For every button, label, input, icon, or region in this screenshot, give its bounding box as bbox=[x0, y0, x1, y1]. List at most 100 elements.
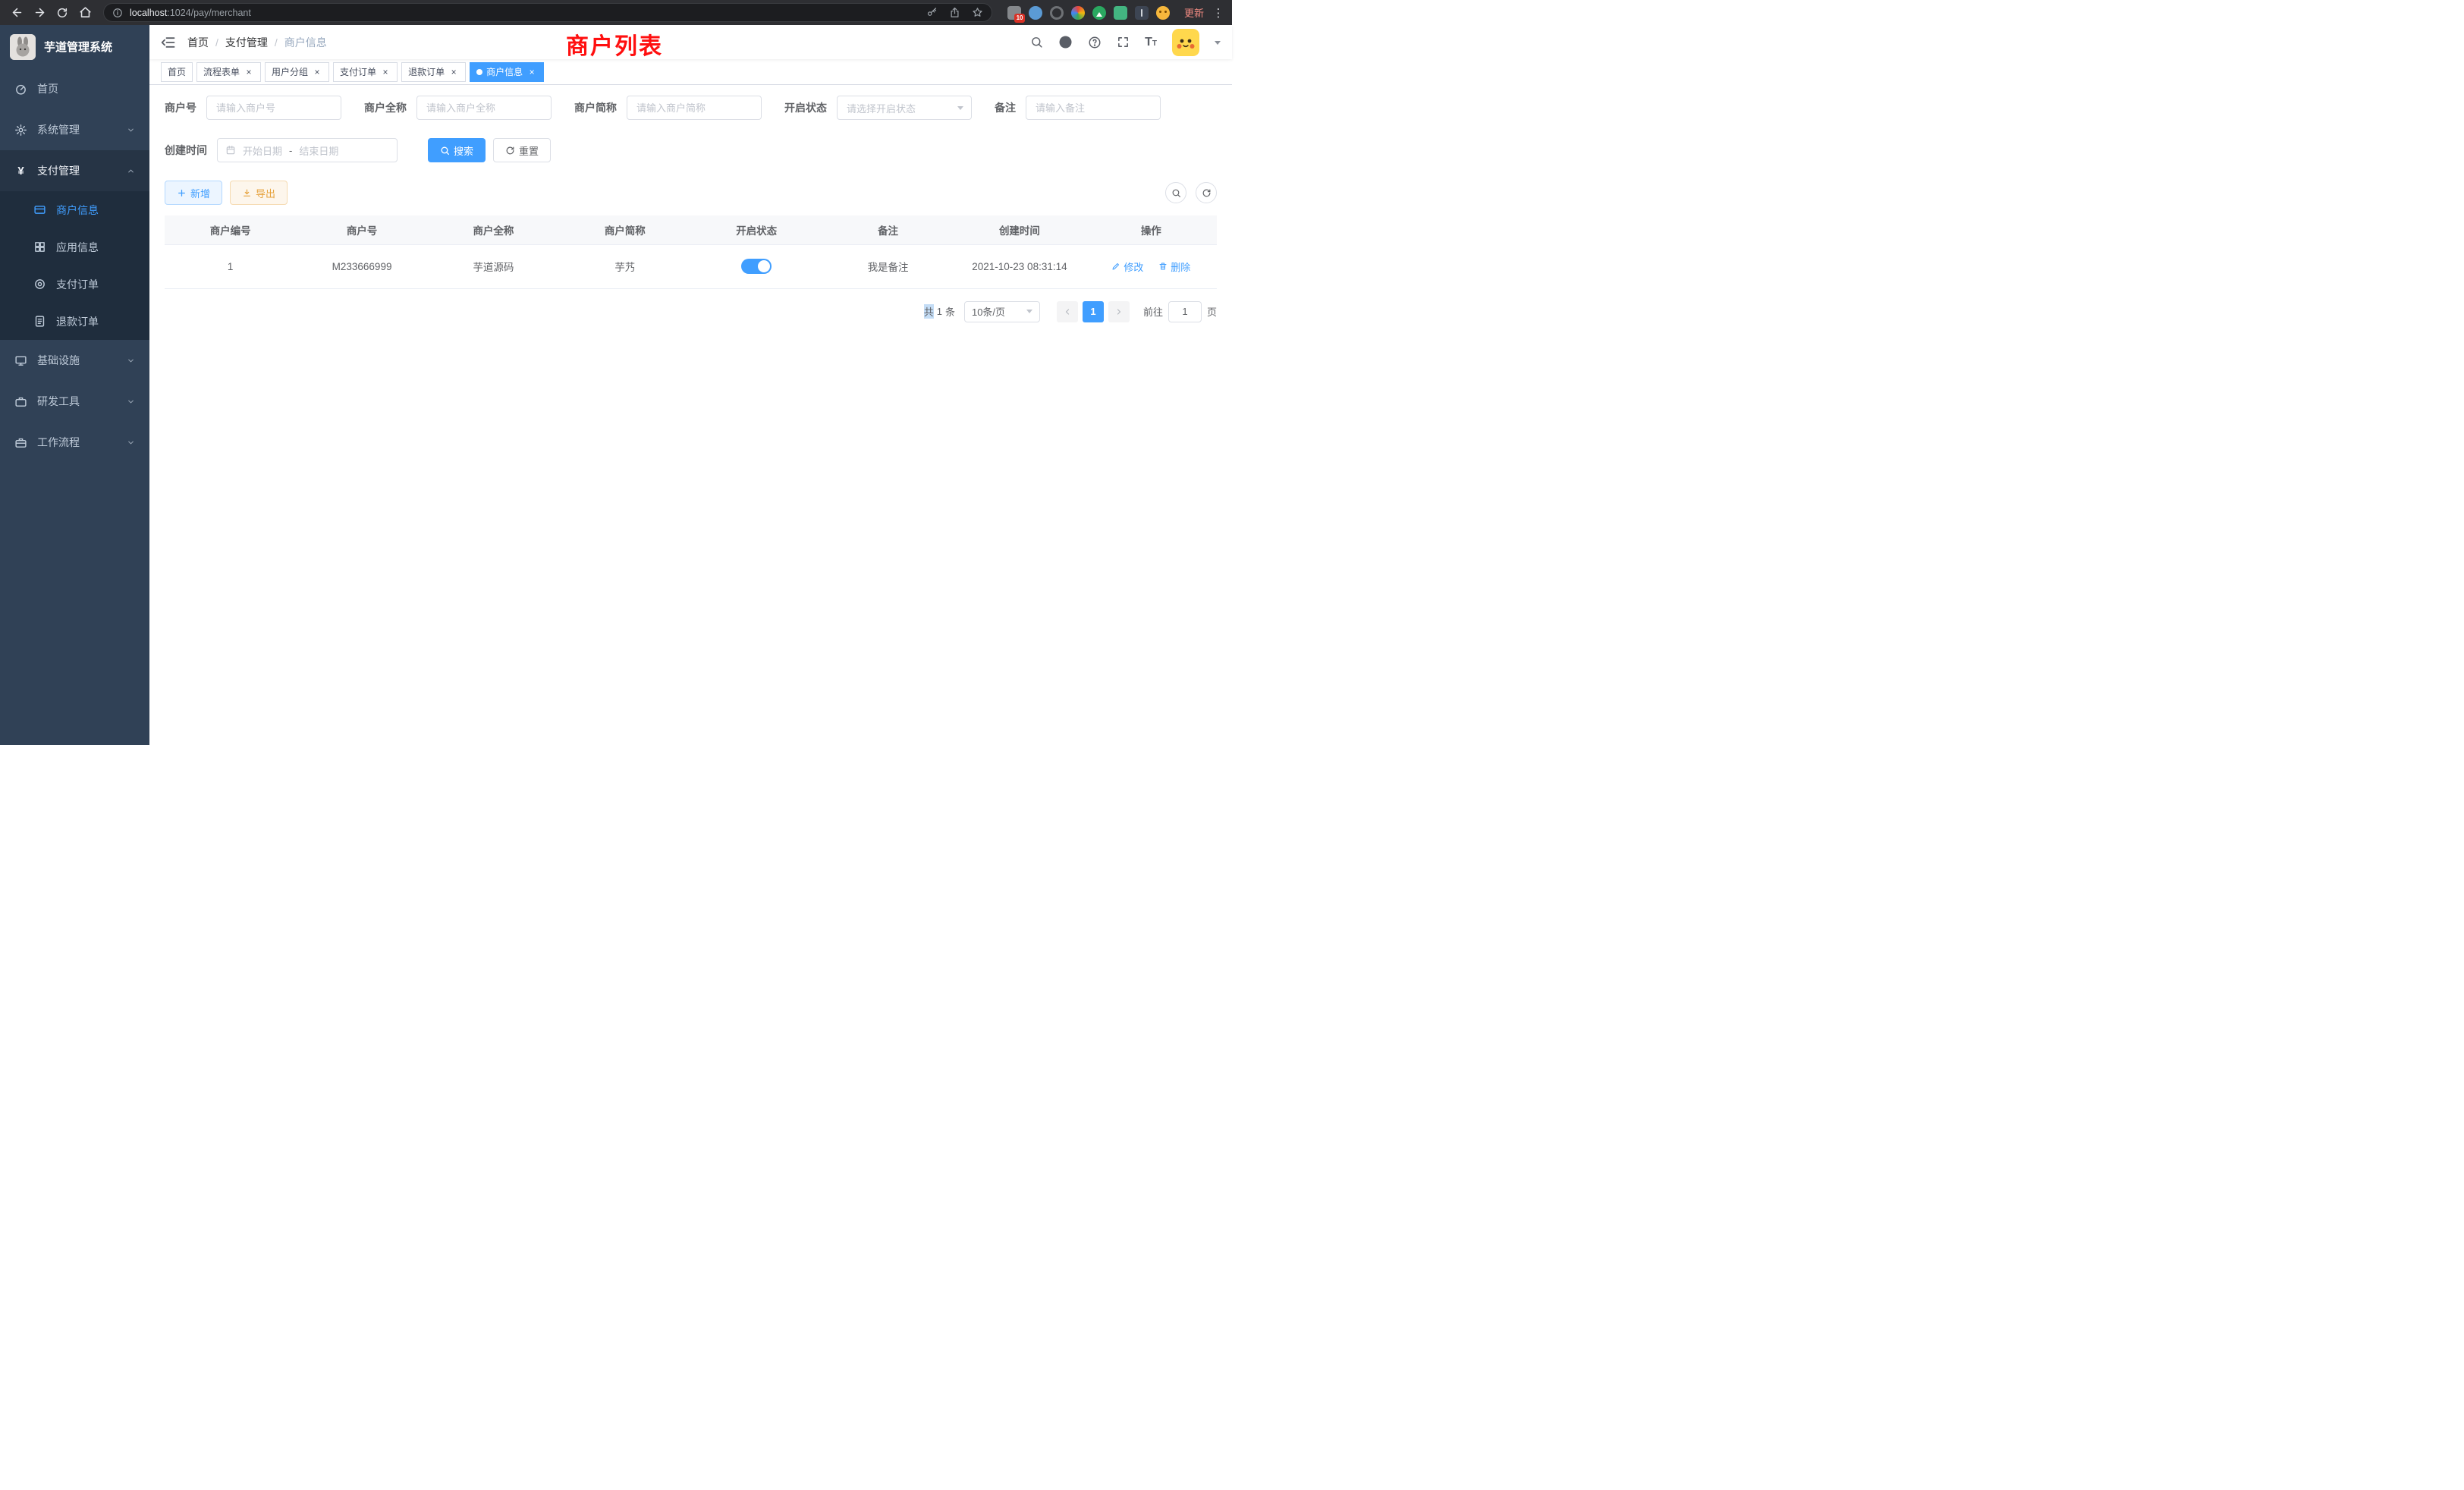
goto-page-input[interactable] bbox=[1168, 301, 1202, 322]
cell-full-name: 芋道源码 bbox=[428, 244, 559, 288]
reset-button[interactable]: 重置 bbox=[493, 138, 551, 162]
browser-forward-button[interactable] bbox=[29, 2, 50, 24]
forward-icon bbox=[33, 6, 46, 19]
select-placeholder: 请选择开启状态 bbox=[847, 101, 916, 115]
sidebar-item-merchant-info[interactable]: 商户信息 bbox=[0, 191, 149, 228]
edit-button[interactable]: 修改 bbox=[1111, 259, 1143, 274]
sidebar-item-infrastructure[interactable]: 基础设施 bbox=[0, 340, 149, 381]
tab-merchant-info[interactable]: 商户信息 × bbox=[470, 62, 544, 82]
font-size-button[interactable]: TT bbox=[1145, 36, 1157, 49]
sidebar-item-workflow[interactable]: 工作流程 bbox=[0, 422, 149, 463]
browser-refresh-button[interactable] bbox=[52, 2, 73, 24]
extension-icon[interactable] bbox=[1135, 6, 1149, 20]
create-time-range-picker[interactable]: 开始日期 - 结束日期 bbox=[217, 138, 398, 162]
sidebar-item-app-info[interactable]: 应用信息 bbox=[0, 228, 149, 266]
chevron-left-icon bbox=[1063, 307, 1072, 316]
plus-icon bbox=[177, 188, 187, 198]
field-label: 商户简称 bbox=[574, 100, 617, 115]
font-size-icon: T bbox=[1145, 36, 1152, 49]
add-button[interactable]: 新增 bbox=[165, 181, 222, 205]
search-icon bbox=[1171, 188, 1181, 198]
merchant-no-input[interactable] bbox=[206, 96, 341, 120]
address-bar[interactable]: localhost:1024/pay/merchant bbox=[103, 3, 992, 22]
sidebar-item-payment-orders[interactable]: 支付订单 bbox=[0, 266, 149, 303]
breadcrumb-separator: / bbox=[215, 36, 218, 49]
extension-icon[interactable] bbox=[1071, 6, 1085, 20]
short-name-input[interactable] bbox=[627, 96, 762, 120]
github-link[interactable] bbox=[1058, 35, 1073, 49]
sidebar-logo[interactable]: 芋道管理系统 bbox=[0, 25, 149, 68]
browser-home-button[interactable] bbox=[74, 2, 96, 24]
browser-menu-icon[interactable]: ⋮ bbox=[1211, 6, 1226, 20]
breadcrumb-payment[interactable]: 支付管理 bbox=[225, 35, 268, 50]
tab-user-group[interactable]: 用户分组 × bbox=[265, 62, 329, 82]
search-button[interactable]: 搜索 bbox=[428, 138, 486, 162]
sidebar-item-label: 系统管理 bbox=[37, 122, 80, 137]
show-search-toggle-button[interactable] bbox=[1165, 182, 1186, 203]
sidebar-submenu-payment: 商户信息 应用信息 支付订单 退款订单 bbox=[0, 191, 149, 340]
extension-icon[interactable] bbox=[1050, 6, 1064, 20]
extension-icon[interactable] bbox=[1156, 6, 1170, 20]
extension-icon[interactable] bbox=[1092, 6, 1106, 20]
page-number-button[interactable]: 1 bbox=[1083, 301, 1104, 322]
add-button-label: 新增 bbox=[190, 186, 210, 200]
extensions-puzzle-icon[interactable]: 10 bbox=[1007, 6, 1021, 20]
sidebar-item-dev-tools[interactable]: 研发工具 bbox=[0, 381, 149, 422]
back-icon bbox=[11, 6, 24, 19]
sidebar-item-system[interactable]: 系统管理 bbox=[0, 109, 149, 150]
share-icon[interactable] bbox=[949, 7, 960, 18]
tab-label: 流程表单 bbox=[203, 65, 240, 78]
site-info-icon[interactable] bbox=[112, 8, 123, 18]
password-key-icon[interactable] bbox=[926, 7, 938, 18]
breadcrumb-home[interactable]: 首页 bbox=[187, 35, 209, 50]
status-toggle[interactable] bbox=[741, 259, 772, 274]
remark-input[interactable] bbox=[1026, 96, 1161, 120]
close-icon[interactable]: × bbox=[244, 67, 254, 77]
yen-icon: ¥ bbox=[14, 165, 27, 178]
chevron-right-icon bbox=[1114, 307, 1124, 316]
fullscreen-button[interactable] bbox=[1117, 36, 1130, 49]
tab-home[interactable]: 首页 bbox=[161, 62, 193, 82]
browser-toolbar: localhost:1024/pay/merchant 10 更新 ⋮ bbox=[0, 0, 1232, 25]
sidebar-item-payment[interactable]: ¥ 支付管理 bbox=[0, 150, 149, 191]
col-short-name: 商户简称 bbox=[559, 215, 690, 244]
user-avatar[interactable] bbox=[1172, 29, 1199, 56]
close-icon[interactable]: × bbox=[448, 67, 459, 77]
extension-icon[interactable] bbox=[1114, 6, 1127, 20]
tab-process-form[interactable]: 流程表单 × bbox=[196, 62, 261, 82]
sidebar-item-refund-orders[interactable]: 退款订单 bbox=[0, 303, 149, 340]
browser-back-button[interactable] bbox=[6, 2, 27, 24]
sidebar-item-label: 工作流程 bbox=[37, 435, 80, 450]
chevron-down-icon bbox=[127, 357, 135, 365]
question-icon bbox=[1088, 36, 1102, 49]
extension-icon[interactable] bbox=[1029, 6, 1042, 20]
close-icon[interactable]: × bbox=[380, 67, 391, 77]
header-search-button[interactable] bbox=[1030, 36, 1043, 49]
full-name-input[interactable] bbox=[416, 96, 552, 120]
merchant-card-icon bbox=[33, 203, 46, 216]
page-size-select[interactable]: 10条/页 bbox=[964, 301, 1040, 322]
close-icon[interactable]: × bbox=[312, 67, 322, 77]
tab-refund-orders[interactable]: 退款订单 × bbox=[401, 62, 466, 82]
export-button[interactable]: 导出 bbox=[230, 181, 288, 205]
sidebar-toggle-button[interactable] bbox=[161, 35, 176, 50]
sidebar-item-label: 支付订单 bbox=[56, 277, 99, 292]
delete-button[interactable]: 删除 bbox=[1158, 259, 1190, 274]
status-select[interactable]: 请选择开启状态 bbox=[837, 96, 972, 120]
close-icon[interactable]: × bbox=[526, 67, 537, 77]
search-icon bbox=[1030, 36, 1043, 49]
browser-update-button[interactable]: 更新 bbox=[1179, 3, 1209, 22]
help-button[interactable] bbox=[1088, 36, 1102, 49]
field-status: 开启状态 请选择开启状态 bbox=[784, 96, 972, 120]
col-full-name: 商户全称 bbox=[428, 215, 559, 244]
sidebar-item-home[interactable]: 首页 bbox=[0, 68, 149, 109]
active-dot bbox=[476, 69, 482, 75]
tab-payment-orders[interactable]: 支付订单 × bbox=[333, 62, 398, 82]
avatar-dropdown-caret[interactable] bbox=[1215, 41, 1221, 48]
refresh-table-button[interactable] bbox=[1196, 182, 1217, 203]
next-page-button[interactable] bbox=[1108, 301, 1130, 322]
prev-page-button[interactable] bbox=[1057, 301, 1078, 322]
top-navbar: 首页 / 支付管理 / 商户信息 T bbox=[149, 25, 1232, 59]
bookmark-star-icon[interactable] bbox=[972, 7, 983, 18]
extension-badge: 10 bbox=[1014, 14, 1025, 23]
